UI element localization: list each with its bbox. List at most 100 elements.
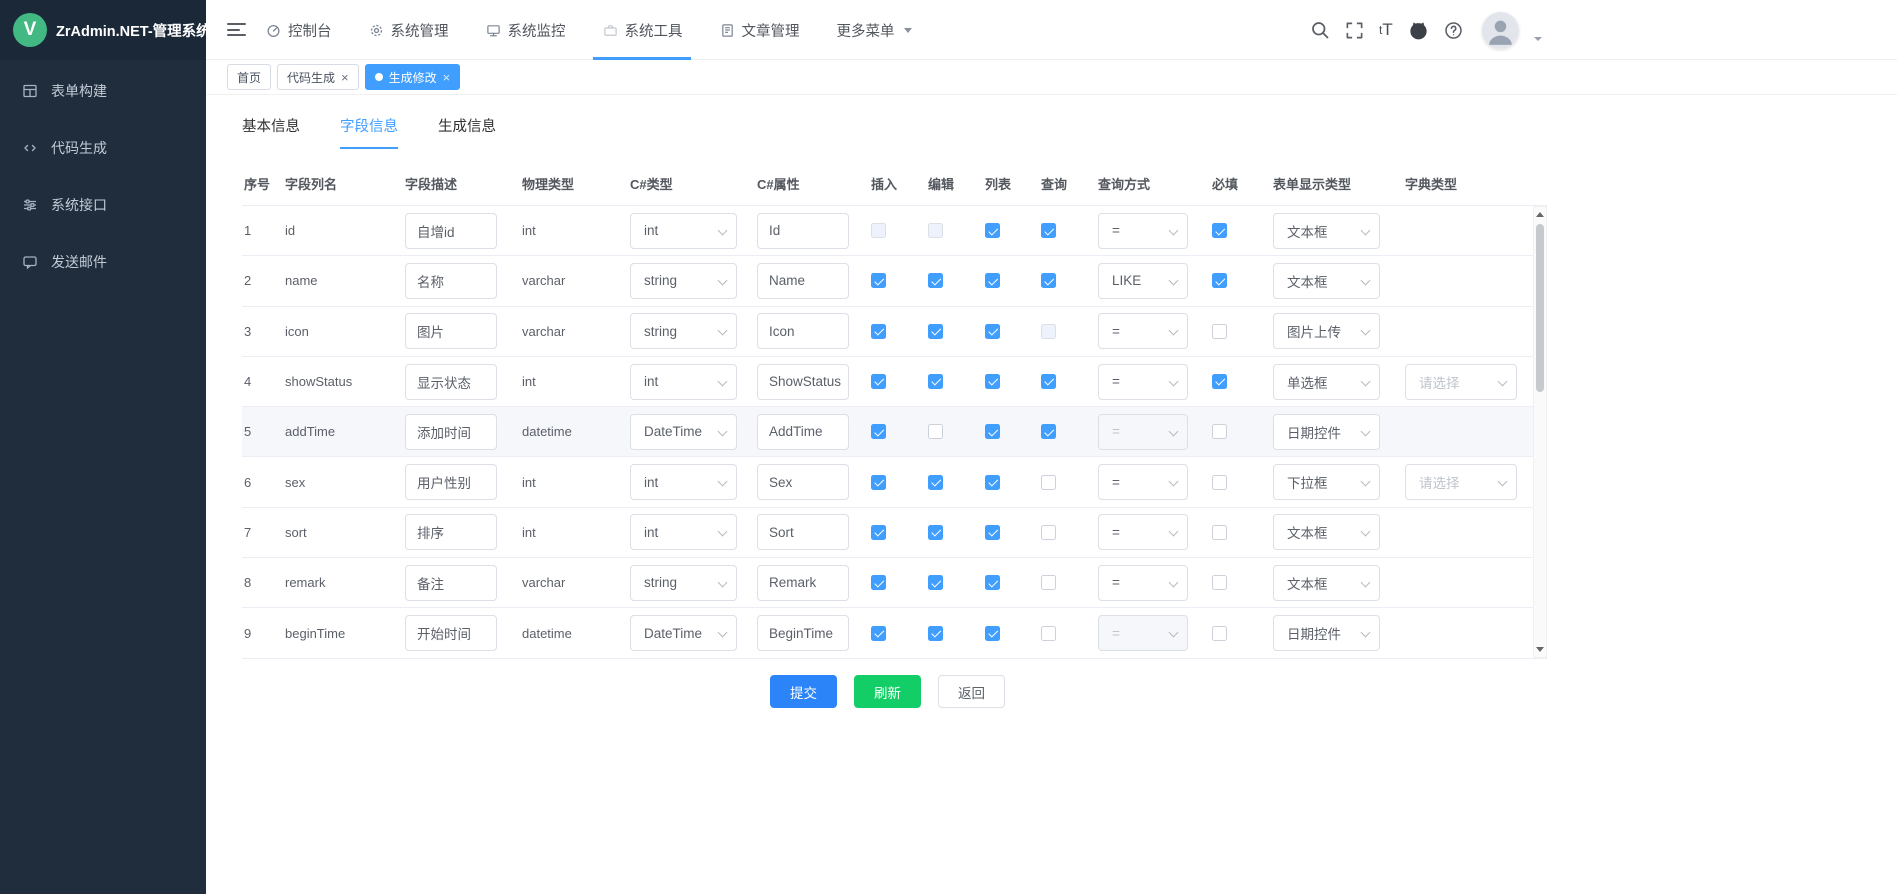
description-input[interactable]: 开始时间 bbox=[405, 615, 497, 651]
csharp-property-input[interactable]: BeginTime bbox=[757, 615, 849, 651]
display-type-select[interactable]: 文本框 bbox=[1273, 213, 1380, 249]
edit-checkbox[interactable] bbox=[928, 324, 943, 339]
query-method-select[interactable]: = bbox=[1098, 464, 1188, 500]
csharp-type-select[interactable]: int bbox=[630, 213, 737, 249]
insert-checkbox[interactable] bbox=[871, 575, 886, 590]
csharp-type-select[interactable]: int bbox=[630, 514, 737, 550]
nav-item-system-tools[interactable]: 系统工具 bbox=[603, 0, 683, 60]
query-method-select[interactable]: LIKE bbox=[1098, 263, 1188, 299]
csharp-type-select[interactable]: int bbox=[630, 464, 737, 500]
csharp-property-input[interactable]: ShowStatus bbox=[757, 364, 849, 400]
description-input[interactable]: 排序 bbox=[405, 514, 497, 550]
description-input[interactable]: 备注 bbox=[405, 565, 497, 601]
display-type-select[interactable]: 文本框 bbox=[1273, 263, 1380, 299]
tab-field-info[interactable]: 字段信息 bbox=[340, 115, 398, 149]
required-checkbox[interactable] bbox=[1212, 626, 1227, 641]
sidebar-item-code-gen[interactable]: 代码生成 bbox=[0, 119, 206, 176]
edit-checkbox[interactable] bbox=[928, 575, 943, 590]
tag-gen-edit[interactable]: 生成修改 bbox=[365, 64, 461, 90]
display-type-select[interactable]: 日期控件 bbox=[1273, 414, 1380, 450]
tab-gen-info[interactable]: 生成信息 bbox=[438, 115, 496, 149]
list-checkbox[interactable] bbox=[985, 424, 1000, 439]
query-checkbox[interactable] bbox=[1041, 424, 1056, 439]
csharp-property-input[interactable]: Name bbox=[757, 263, 849, 299]
description-input[interactable]: 显示状态 bbox=[405, 364, 497, 400]
font-size-icon[interactable]: tT bbox=[1379, 20, 1393, 40]
refresh-button[interactable]: 刷新 bbox=[854, 675, 921, 708]
nav-item-system-manage[interactable]: 系统管理 bbox=[369, 0, 449, 60]
required-checkbox[interactable] bbox=[1212, 424, 1227, 439]
list-checkbox[interactable] bbox=[985, 324, 1000, 339]
edit-checkbox[interactable] bbox=[928, 424, 943, 439]
query-checkbox[interactable] bbox=[1041, 475, 1056, 490]
query-checkbox[interactable] bbox=[1041, 223, 1056, 238]
edit-checkbox[interactable] bbox=[928, 475, 943, 490]
tag-code-gen[interactable]: 代码生成 bbox=[277, 64, 359, 90]
required-checkbox[interactable] bbox=[1212, 223, 1227, 238]
avatar-caret-icon[interactable] bbox=[1534, 37, 1542, 41]
display-type-select[interactable]: 单选框 bbox=[1273, 364, 1380, 400]
required-checkbox[interactable] bbox=[1212, 575, 1227, 590]
edit-checkbox[interactable] bbox=[928, 525, 943, 540]
description-input[interactable]: 图片 bbox=[405, 313, 497, 349]
sidebar-item-system-api[interactable]: 系统接口 bbox=[0, 176, 206, 233]
insert-checkbox[interactable] bbox=[871, 626, 886, 641]
query-checkbox[interactable] bbox=[1041, 374, 1056, 389]
insert-checkbox[interactable] bbox=[871, 525, 886, 540]
query-method-select[interactable]: = bbox=[1098, 364, 1188, 400]
query-checkbox[interactable] bbox=[1041, 525, 1056, 540]
csharp-property-input[interactable]: Id bbox=[757, 213, 849, 249]
insert-checkbox[interactable] bbox=[871, 273, 886, 288]
insert-checkbox[interactable] bbox=[871, 374, 886, 389]
insert-checkbox[interactable] bbox=[871, 324, 886, 339]
query-method-select[interactable]: = bbox=[1098, 213, 1188, 249]
description-input[interactable]: 添加时间 bbox=[405, 414, 497, 450]
csharp-property-input[interactable]: Icon bbox=[757, 313, 849, 349]
csharp-type-select[interactable]: int bbox=[630, 364, 737, 400]
list-checkbox[interactable] bbox=[985, 525, 1000, 540]
required-checkbox[interactable] bbox=[1212, 525, 1227, 540]
edit-checkbox[interactable] bbox=[928, 626, 943, 641]
insert-checkbox[interactable] bbox=[871, 475, 886, 490]
back-button[interactable]: 返回 bbox=[938, 675, 1005, 708]
csharp-property-input[interactable]: Remark bbox=[757, 565, 849, 601]
csharp-type-select[interactable]: DateTime bbox=[630, 414, 737, 450]
table-scrollbar[interactable] bbox=[1533, 206, 1547, 658]
list-checkbox[interactable] bbox=[985, 575, 1000, 590]
avatar[interactable] bbox=[1482, 12, 1519, 49]
insert-checkbox[interactable] bbox=[871, 424, 886, 439]
search-icon[interactable] bbox=[1310, 20, 1330, 40]
collapse-menu-icon[interactable] bbox=[227, 23, 246, 36]
scrollbar-thumb[interactable] bbox=[1536, 224, 1544, 392]
nav-item-article-manage[interactable]: 文章管理 bbox=[720, 0, 800, 60]
scroll-down-icon[interactable] bbox=[1534, 643, 1546, 656]
close-icon[interactable] bbox=[341, 71, 349, 84]
edit-checkbox[interactable] bbox=[928, 374, 943, 389]
scroll-up-icon[interactable] bbox=[1534, 208, 1546, 221]
query-method-select[interactable]: = bbox=[1098, 565, 1188, 601]
display-type-select[interactable]: 文本框 bbox=[1273, 514, 1380, 550]
dict-type-select[interactable]: 请选择 bbox=[1405, 464, 1517, 500]
csharp-type-select[interactable]: string bbox=[630, 263, 737, 299]
sidebar-item-form-build[interactable]: 表单构建 bbox=[0, 62, 206, 119]
sidebar-item-send-mail[interactable]: 发送邮件 bbox=[0, 233, 206, 290]
edit-checkbox[interactable] bbox=[928, 273, 943, 288]
close-icon[interactable] bbox=[443, 71, 451, 84]
required-checkbox[interactable] bbox=[1212, 374, 1227, 389]
tag-home[interactable]: 首页 bbox=[227, 64, 271, 90]
dict-type-select[interactable]: 请选择 bbox=[1405, 364, 1517, 400]
required-checkbox[interactable] bbox=[1212, 324, 1227, 339]
nav-item-system-monitor[interactable]: 系统监控 bbox=[486, 0, 566, 60]
list-checkbox[interactable] bbox=[985, 475, 1000, 490]
display-type-select[interactable]: 下拉框 bbox=[1273, 464, 1380, 500]
query-checkbox[interactable] bbox=[1041, 273, 1056, 288]
tab-basic-info[interactable]: 基本信息 bbox=[242, 115, 300, 149]
description-input[interactable]: 用户性别 bbox=[405, 464, 497, 500]
app-logo[interactable]: V ZrAdmin.NET-管理系统 bbox=[0, 0, 206, 60]
display-type-select[interactable]: 图片上传 bbox=[1273, 313, 1380, 349]
required-checkbox[interactable] bbox=[1212, 475, 1227, 490]
list-checkbox[interactable] bbox=[985, 626, 1000, 641]
query-checkbox[interactable] bbox=[1041, 626, 1056, 641]
github-icon[interactable] bbox=[1408, 20, 1429, 41]
submit-button[interactable]: 提交 bbox=[770, 675, 837, 708]
